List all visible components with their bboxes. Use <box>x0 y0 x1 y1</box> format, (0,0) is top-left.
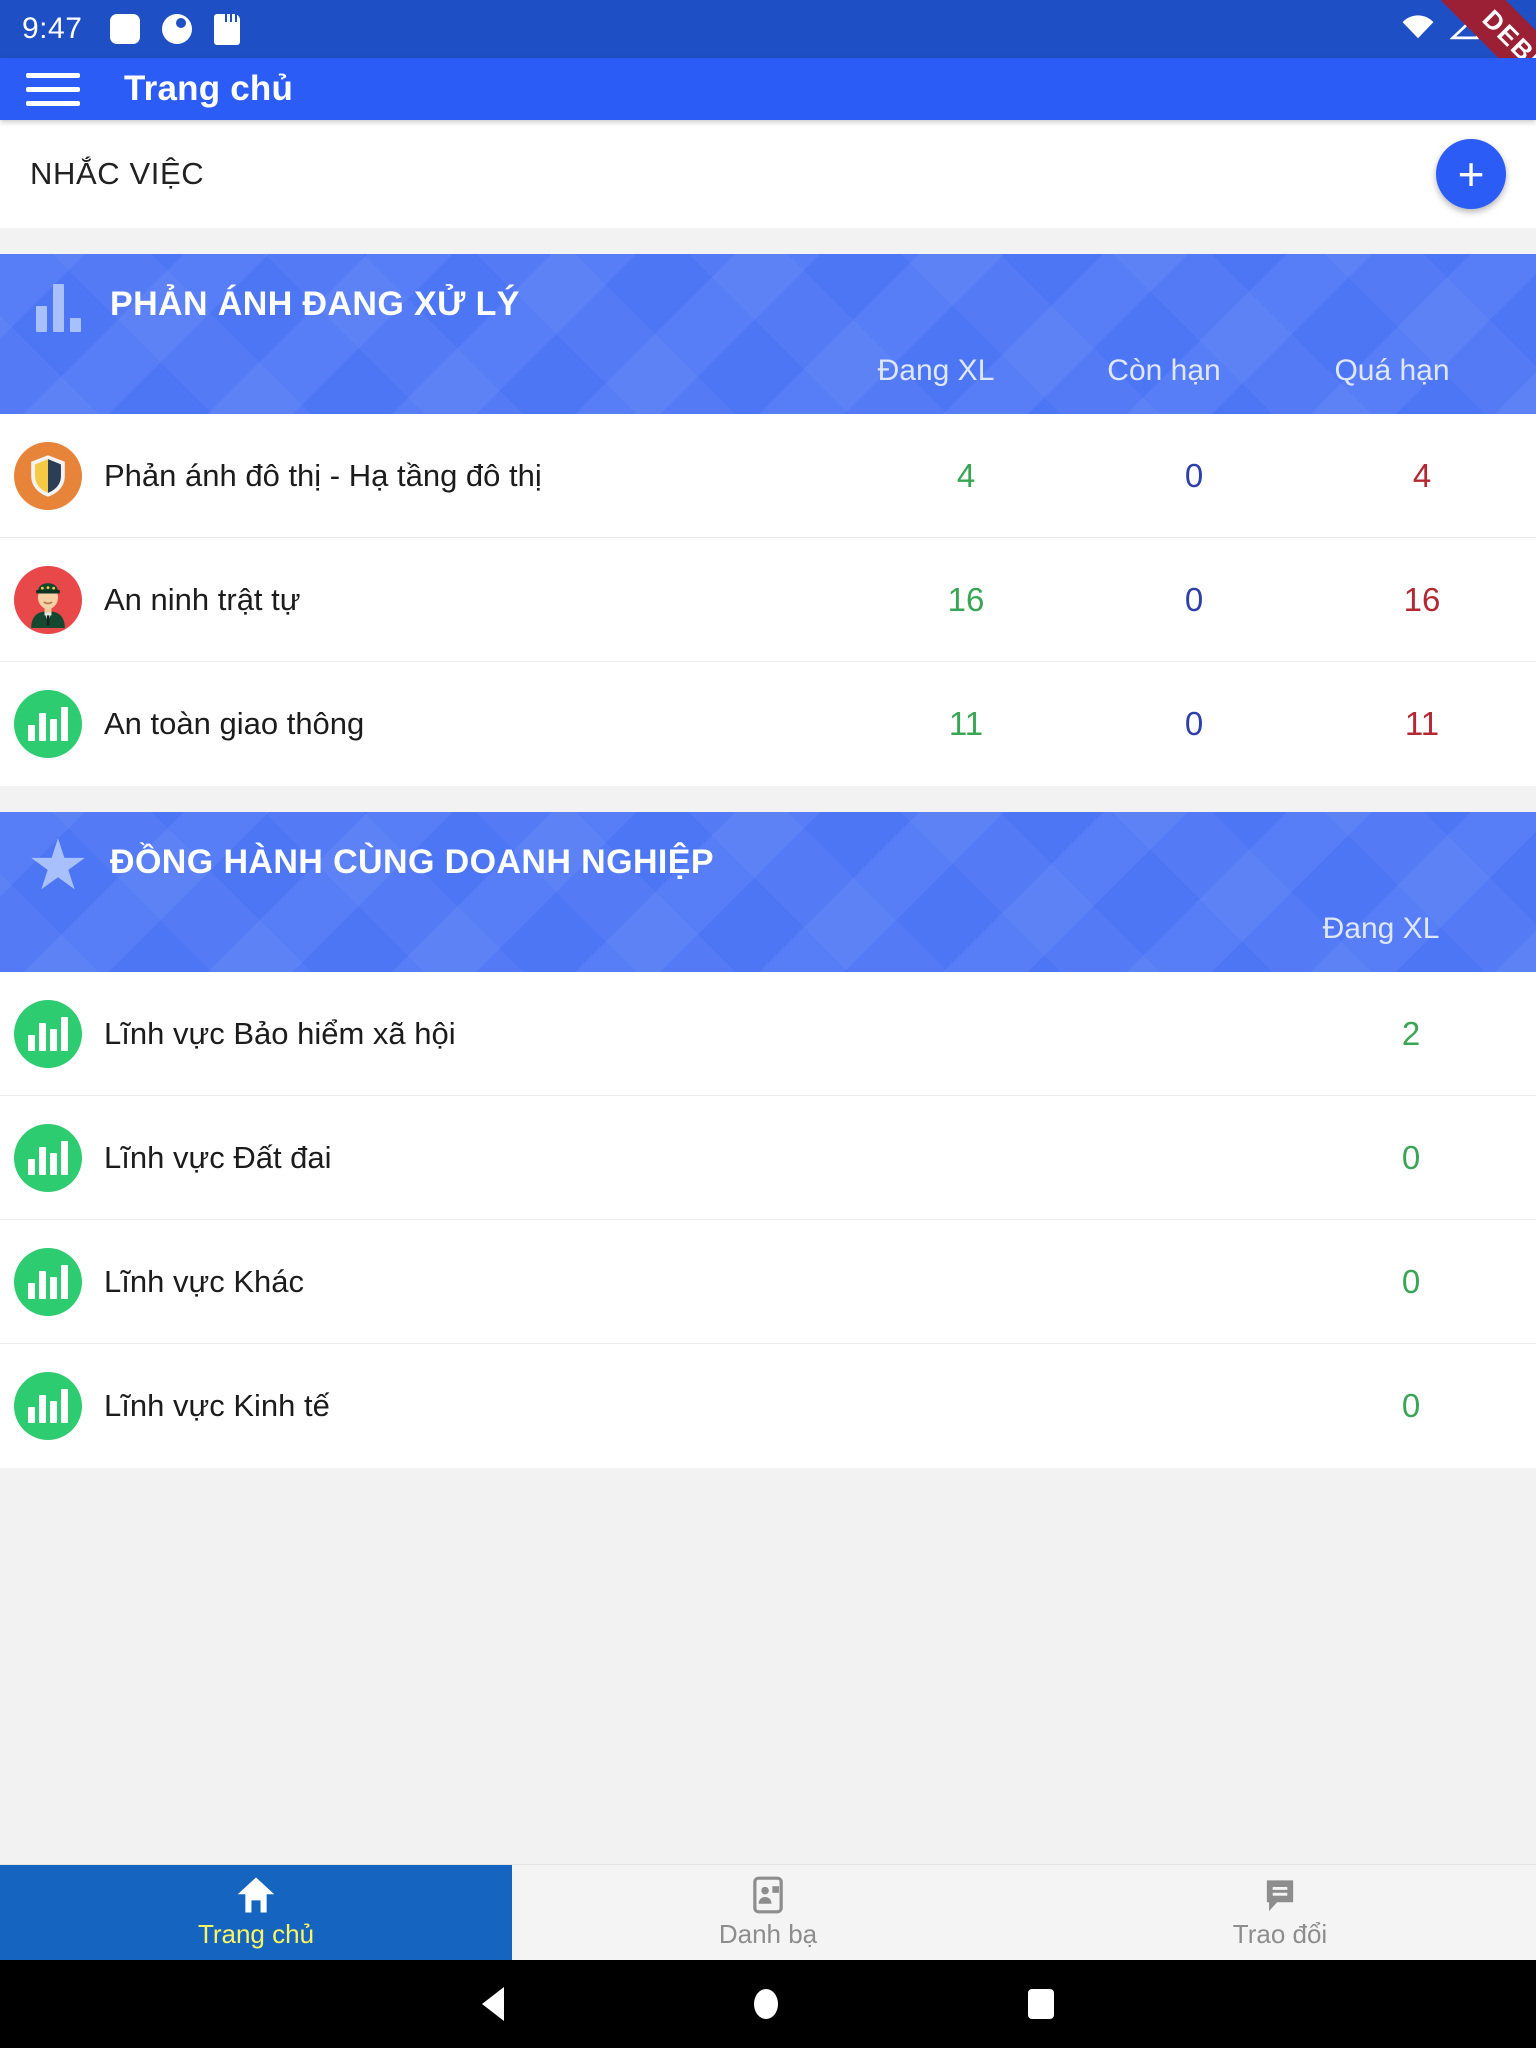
status-system-icons <box>1400 10 1514 48</box>
bar-chart-icon <box>30 276 86 332</box>
row-value-qua-han: 4 <box>1412 456 1432 494</box>
battery-icon <box>1494 10 1514 48</box>
row-label: Lĩnh vực Bảo hiểm xã hội <box>104 1015 456 1051</box>
list-item[interactable]: Lĩnh vực Kinh tế 0 <box>0 1344 1536 1468</box>
row-value-dang-xl: 2 <box>1401 1014 1421 1052</box>
column-header-dang-xl: Đang XL <box>877 354 995 387</box>
row-label: An toàn giao thông <box>104 706 365 742</box>
cell-signal-icon <box>1449 11 1480 46</box>
card-header: PHẢN ÁNH ĐANG XỬ LÝ Đang XL Còn hạn Quá … <box>0 254 1536 414</box>
row-value-qua-han: 16 <box>1403 580 1441 618</box>
list-item[interactable]: Lĩnh vực Bảo hiểm xã hội 2 <box>0 972 1536 1096</box>
page-title: Trang chủ <box>124 69 294 108</box>
row-value-dang-xl: 11 <box>948 705 984 742</box>
row-value-dang-xl: 0 <box>1401 1387 1421 1424</box>
contacts-icon <box>749 1876 787 1914</box>
nav-label: Trao đổi <box>1232 1918 1328 1949</box>
app-bar: Trang chủ <box>0 58 1536 120</box>
row-value-dang-xl: 0 <box>1401 1262 1421 1300</box>
nav-label: Trang chủ <box>197 1918 315 1949</box>
row-label: Lĩnh vực Kinh tế <box>104 1388 330 1424</box>
reminder-title: NHẮC VIỆC <box>30 156 205 191</box>
bottom-navigation: Trang chủ Danh bạ Trao đổi <box>0 1864 1536 1960</box>
section-divider <box>0 228 1536 254</box>
card-column-headers: Đang XL <box>30 912 1506 960</box>
row-label: Phản ánh đô thị - Hạ tầng đô thị <box>104 457 542 493</box>
column-header-con-han: Còn hạn <box>1107 354 1221 387</box>
column-header-dang-xl: Đang XL <box>1322 912 1440 945</box>
bar-chart-green-icon <box>14 690 82 758</box>
add-reminder-button[interactable]: + <box>1436 139 1506 209</box>
table-row[interactable]: An ninh trật tự 16 0 16 <box>0 538 1536 662</box>
section-divider <box>0 786 1536 812</box>
police-officer-icon <box>14 565 82 634</box>
back-icon[interactable] <box>482 1987 504 2021</box>
circle-dot-icon <box>162 14 193 44</box>
nav-item-trao-doi[interactable]: Trao đổi <box>1024 1865 1536 1960</box>
reminder-section: NHẮC VIỆC + <box>0 120 1536 228</box>
chat-icon <box>1261 1876 1299 1914</box>
table-row[interactable]: Phản ánh đô thị - Hạ tầng đô thị 4 0 4 <box>0 414 1536 538</box>
card-column-headers: Đang XL Còn hạn Quá hạn <box>30 354 1506 402</box>
android-system-nav <box>0 1960 1536 2048</box>
nav-item-trang-chu[interactable]: Trang chủ <box>0 1865 512 1960</box>
sd-card-icon <box>214 13 241 45</box>
card-title: PHẢN ÁNH ĐANG XỬ LÝ <box>110 284 520 323</box>
card-header: ★ ĐỒNG HÀNH CÙNG DOANH NGHIỆP Đang XL <box>0 812 1536 972</box>
bar-chart-green-icon <box>14 999 82 1068</box>
nav-label: Danh bạ <box>718 1918 818 1949</box>
card-title: ĐỒNG HÀNH CÙNG DOANH NGHIỆP <box>110 842 714 881</box>
home-icon <box>236 1876 276 1914</box>
row-label: Lĩnh vực Khác <box>104 1263 304 1299</box>
home-circle-icon[interactable] <box>754 1989 778 2019</box>
status-notification-icons <box>110 13 241 45</box>
row-value-dang-xl: 16 <box>947 580 985 618</box>
bar-chart-green-icon <box>14 1372 82 1440</box>
row-label: Lĩnh vực Đất đai <box>104 1139 332 1175</box>
recents-icon[interactable] <box>1028 1989 1054 2019</box>
star-icon: ★ <box>26 826 90 904</box>
row-value-con-han: 0 <box>1184 705 1204 742</box>
rounded-square-icon <box>110 14 141 44</box>
column-header-qua-han: Quá hạn <box>1334 354 1450 387</box>
main-content[interactable]: PHẢN ÁNH ĐANG XỬ LÝ Đang XL Còn hạn Quá … <box>0 254 1536 1864</box>
card-dong-hanh-cung-doanh-nghiep: ★ ĐỒNG HÀNH CÙNG DOANH NGHIỆP Đang XL Lĩ… <box>0 812 1536 1468</box>
row-value-dang-xl: 0 <box>1401 1138 1421 1176</box>
row-value-dang-xl: 4 <box>956 456 976 494</box>
phone-screen: 9:47 DEBUG Trang chủ NHẮC VIỆC + PHẢN ÁN… <box>0 0 1536 2048</box>
nav-item-danh-ba[interactable]: Danh bạ <box>512 1865 1024 1960</box>
list-item[interactable]: Lĩnh vực Khác 0 <box>0 1220 1536 1344</box>
card-phan-anh-dang-xu-ly: PHẢN ÁNH ĐANG XỬ LÝ Đang XL Còn hạn Quá … <box>0 254 1536 786</box>
row-value-con-han: 0 <box>1184 580 1204 618</box>
row-value-con-han: 0 <box>1184 456 1204 494</box>
row-value-qua-han: 11 <box>1404 705 1440 742</box>
wifi-icon <box>1400 13 1436 46</box>
table-row[interactable]: An toàn giao thông 11 0 11 <box>0 662 1536 786</box>
bar-chart-green-icon <box>14 1123 82 1192</box>
list-item[interactable]: Lĩnh vực Đất đai 0 <box>0 1096 1536 1220</box>
shield-orange-icon <box>14 441 82 510</box>
status-clock: 9:47 <box>22 12 83 45</box>
hamburger-menu-icon[interactable] <box>26 67 80 111</box>
bar-chart-green-icon <box>14 1247 82 1316</box>
row-label: An ninh trật tự <box>104 581 301 617</box>
status-bar: 9:47 DEBUG <box>0 0 1536 58</box>
